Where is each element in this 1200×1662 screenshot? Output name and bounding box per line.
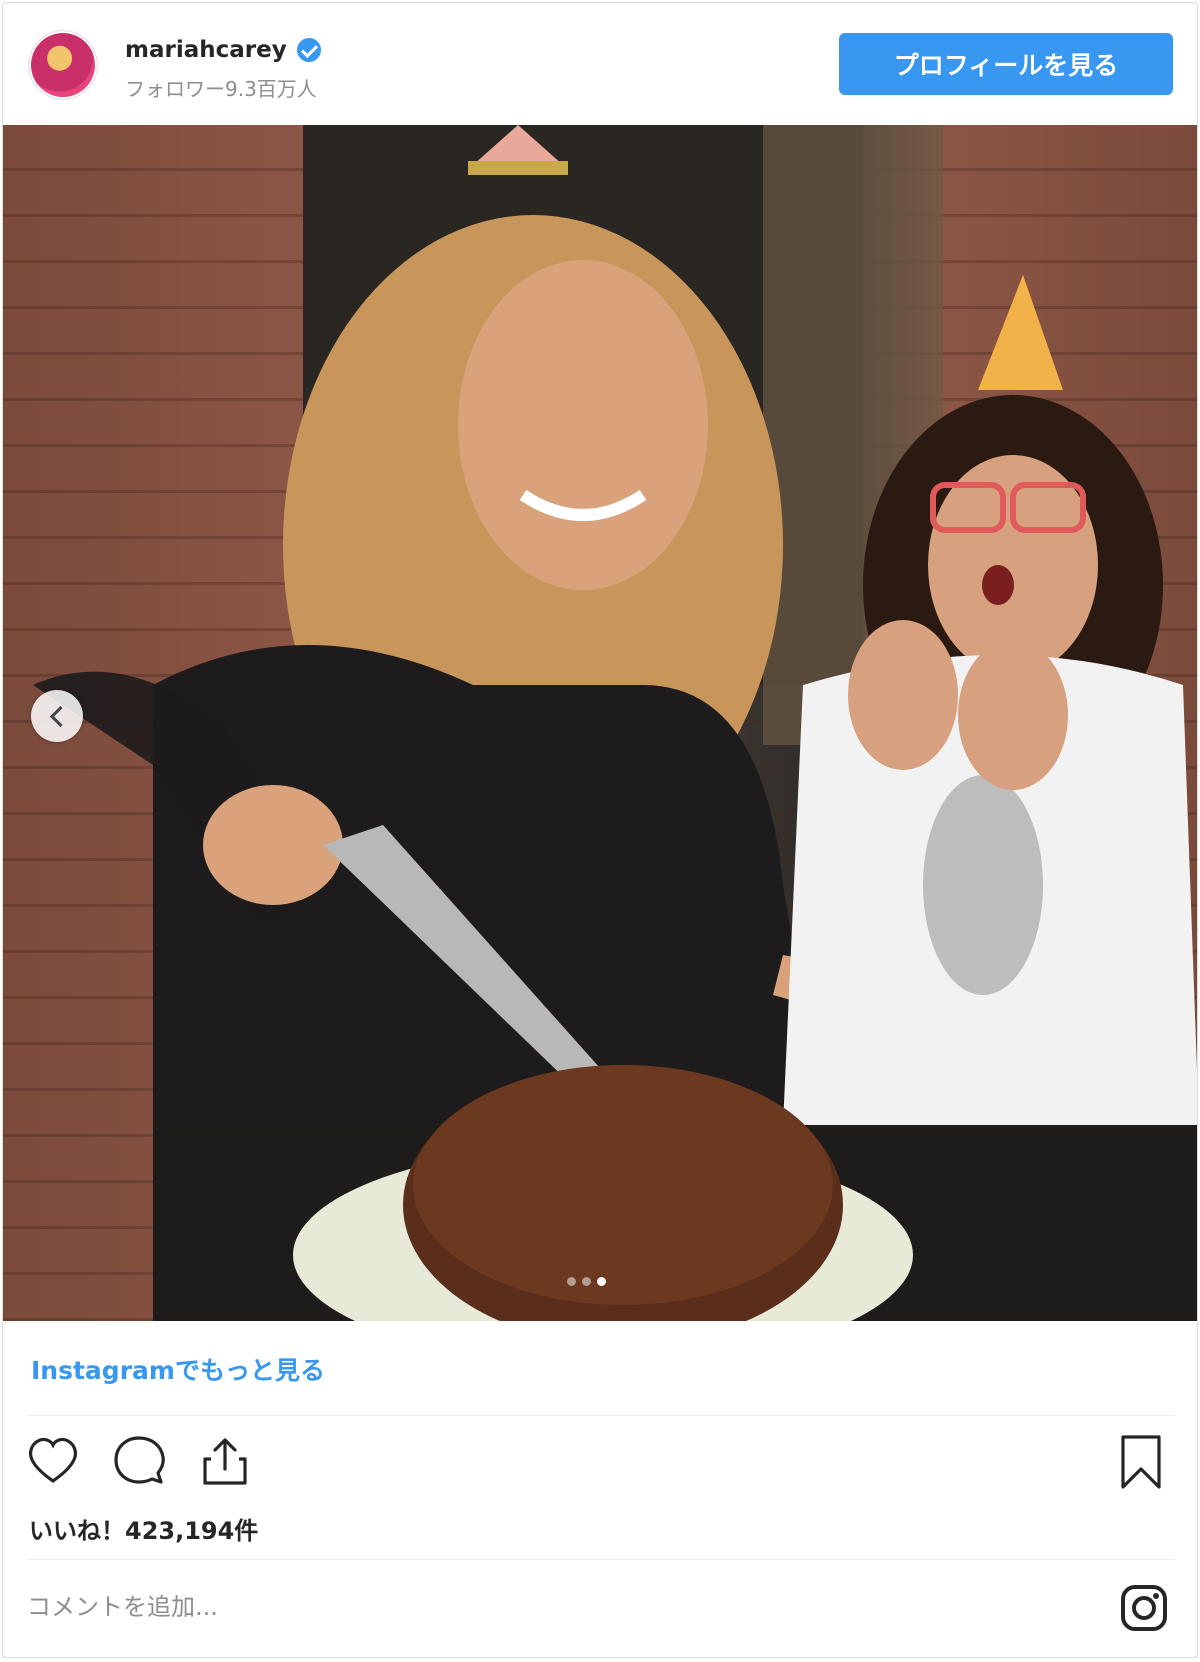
- carousel-dot: [567, 1277, 576, 1286]
- cake-top: [413, 1065, 833, 1305]
- comment-icon[interactable]: [111, 1433, 167, 1489]
- username-row: mariahcarey: [125, 37, 321, 63]
- party-hat-1-band: [468, 161, 568, 175]
- carousel-dot-active: [597, 1277, 606, 1286]
- avatar[interactable]: [29, 31, 97, 99]
- girl-hand-left: [848, 620, 958, 770]
- woman-face: [458, 260, 708, 590]
- divider: [27, 1415, 1175, 1416]
- action-bar: [25, 1433, 253, 1489]
- shirt-print: [923, 775, 1043, 995]
- divider: [27, 1559, 1175, 1560]
- photo-illustration: [33, 125, 1197, 1321]
- bookmark-icon[interactable]: [1115, 1433, 1167, 1491]
- girl-hand-right: [958, 640, 1068, 790]
- heart-icon[interactable]: [25, 1433, 81, 1489]
- follower-count: フォロワー9.3百万人: [125, 77, 317, 101]
- post-header: mariahcarey フォロワー9.3百万人 プロフィールを見る: [3, 3, 1197, 123]
- post-photo[interactable]: [3, 125, 1197, 1321]
- username[interactable]: mariahcarey: [125, 37, 287, 63]
- view-more-on-instagram-link[interactable]: Instagramでもっと見る: [31, 1351, 325, 1387]
- carousel-dots: [567, 1277, 606, 1286]
- like-count: いいね！423,194件: [29, 1517, 259, 1545]
- woman-hand: [203, 785, 343, 905]
- instagram-embed-card: mariahcarey フォロワー9.3百万人 プロフィールを見る Instag…: [2, 2, 1198, 1658]
- verified-icon: [296, 38, 321, 62]
- share-icon[interactable]: [197, 1433, 253, 1489]
- carousel-dot: [582, 1277, 591, 1286]
- view-profile-button[interactable]: プロフィールを見る: [839, 33, 1173, 95]
- chevron-left-icon[interactable]: [31, 690, 83, 742]
- instagram-icon[interactable]: [1119, 1583, 1169, 1633]
- girl-mouth: [982, 565, 1014, 605]
- comment-input[interactable]: [27, 1579, 1077, 1635]
- party-hat-2: [978, 275, 1063, 390]
